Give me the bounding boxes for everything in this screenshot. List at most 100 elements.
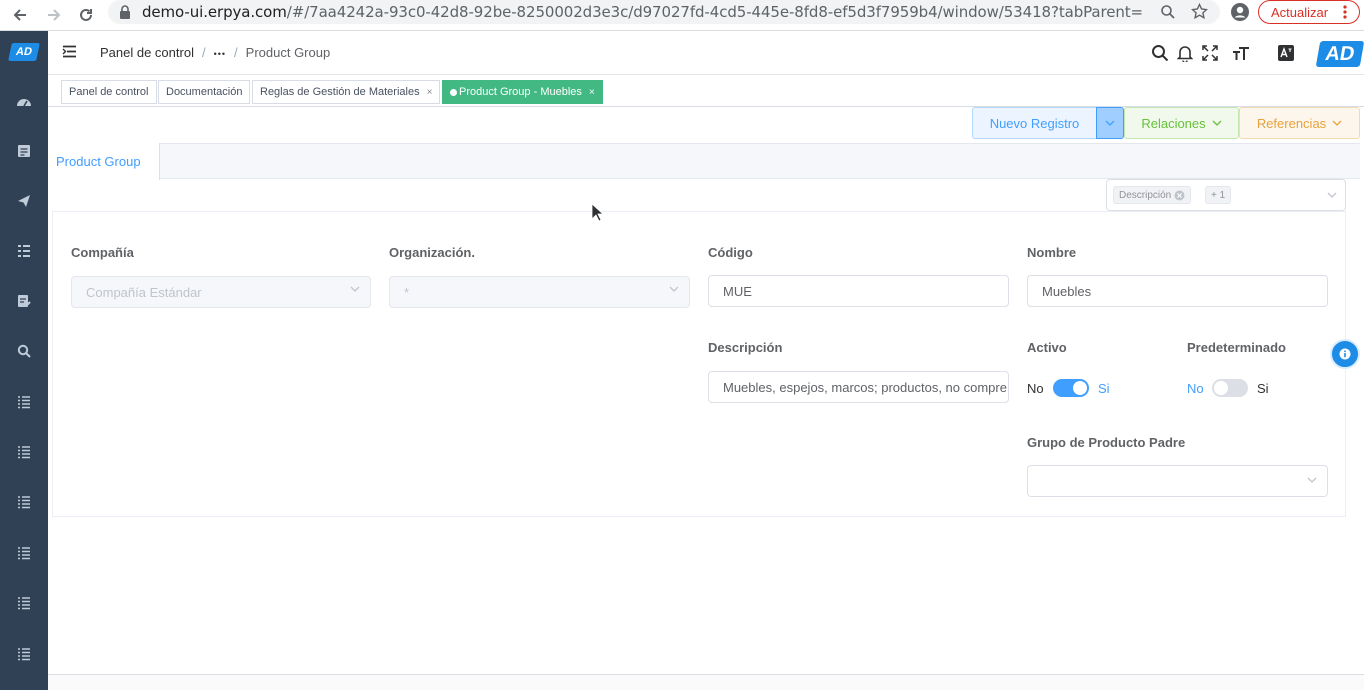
chevron-down-icon — [1307, 477, 1317, 483]
chevron-down-icon — [1105, 120, 1115, 126]
name-input[interactable]: Muebles — [1027, 275, 1328, 307]
tag-material-rules[interactable]: Reglas de Gestión de Materiales × — [252, 80, 441, 104]
tag-product-group-active[interactable]: Product Group - Muebles × — [442, 80, 603, 104]
search-icon[interactable] — [1150, 43, 1170, 63]
fullscreen-icon[interactable] — [1200, 43, 1220, 63]
list-icon[interactable] — [15, 443, 33, 461]
info-icon[interactable] — [1330, 339, 1360, 369]
footer-strip — [48, 674, 1364, 690]
tag-dashboard[interactable]: Panel de control — [61, 80, 157, 104]
active-off-label: No — [1027, 381, 1044, 396]
send-icon[interactable] — [15, 192, 33, 210]
breadcrumb-item-current: Product Group — [245, 45, 331, 60]
organization-label: Organización. — [389, 245, 475, 260]
zoom-icon[interactable] — [1160, 4, 1176, 20]
tag-label: Documentación — [166, 86, 243, 98]
active-on-label: Si — [1098, 381, 1110, 396]
update-label: Actualizar — [1271, 4, 1329, 20]
name-label: Nombre — [1027, 245, 1077, 260]
code-value: MUE — [723, 283, 752, 299]
bookmark-star-icon[interactable] — [1191, 3, 1208, 20]
tags-view: Panel de control Documentación Reglas de… — [48, 75, 1364, 107]
default-label: Predeterminado — [1187, 340, 1286, 355]
list-icon[interactable] — [15, 393, 33, 411]
chevron-down-icon — [1212, 120, 1222, 126]
organization-value: * — [404, 284, 410, 300]
list-icon[interactable] — [15, 594, 33, 612]
avatar[interactable]: AD — [1315, 41, 1364, 67]
breadcrumb-ellipsis[interactable]: ••• — [214, 49, 226, 59]
chevron-down-icon — [669, 286, 679, 292]
tag-label: Panel de control — [69, 86, 149, 98]
new-record-dropdown-button[interactable] — [1096, 107, 1124, 139]
document-icon[interactable] — [15, 142, 33, 160]
kebab-menu-icon — [1343, 5, 1347, 19]
back-arrow-icon[interactable] — [8, 3, 32, 27]
url-text: demo-ui.erpya.com/#/7aa4242a-93c0-42d8-9… — [142, 3, 1142, 21]
relations-label: Relaciones — [1141, 115, 1206, 131]
reload-icon[interactable] — [74, 3, 98, 27]
list-icon[interactable] — [15, 645, 33, 663]
switch-knob — [1073, 381, 1087, 395]
chip-more-count: + 1 — [1205, 186, 1232, 204]
profile-icon[interactable] — [1230, 2, 1250, 22]
tab-label: Product Group — [56, 154, 141, 169]
default-off-label: No — [1187, 381, 1204, 396]
code-input[interactable]: MUE — [708, 275, 1009, 307]
switch-knob — [1214, 381, 1228, 395]
company-select[interactable]: Compañía Estándar — [71, 276, 371, 308]
company-label: Compañía — [71, 245, 134, 260]
chevron-down-icon — [350, 286, 360, 292]
new-record-button[interactable]: Nuevo Registro — [972, 107, 1096, 139]
chip-label: Descripción — [1119, 189, 1172, 201]
logo[interactable]: AD — [8, 43, 40, 61]
tab-bar: Product Group — [48, 143, 1360, 180]
description-input[interactable]: Muebles, espejos, marcos; productos, no … — [708, 371, 1009, 403]
chip-description[interactable]: Descripción — [1113, 186, 1192, 204]
breadcrumb: Panel de control / ••• / Product Group — [100, 45, 331, 60]
relations-button[interactable]: Relaciones — [1124, 107, 1239, 139]
close-circle-icon[interactable] — [1174, 190, 1185, 201]
dashboard-icon[interactable] — [15, 92, 33, 110]
column-selector[interactable]: Descripción + 1 — [1106, 179, 1346, 211]
default-switch[interactable] — [1212, 379, 1248, 397]
organization-select[interactable]: * — [389, 276, 690, 308]
description-label: Descripción — [708, 340, 783, 355]
app-header: Panel de control / ••• / Product Group AD — [48, 31, 1364, 75]
chevron-down-icon[interactable] — [1327, 192, 1337, 198]
code-label: Código — [708, 245, 753, 260]
form-icon[interactable] — [15, 292, 33, 310]
search-icon[interactable] — [15, 342, 33, 360]
list-icon[interactable] — [15, 242, 33, 260]
text-size-icon[interactable] — [1231, 43, 1251, 63]
close-icon[interactable]: × — [589, 87, 595, 98]
active-switch[interactable] — [1053, 379, 1089, 397]
bell-icon[interactable] — [1175, 43, 1195, 63]
tag-label: Reglas de Gestión de Materiales — [260, 86, 420, 98]
list-icon[interactable] — [15, 493, 33, 511]
references-label: Referencias — [1256, 115, 1327, 131]
close-icon[interactable]: × — [427, 87, 433, 98]
menu-toggle-icon[interactable] — [62, 45, 77, 58]
parent-group-select[interactable] — [1027, 465, 1328, 497]
address-bar[interactable]: demo-ui.erpya.com/#/7aa4242a-93c0-42d8-9… — [108, 0, 1220, 24]
url-host: demo-ui.erpya.com — [142, 3, 287, 21]
url-path: /#/7aa4242a-93c0-42d8-92be-8250002d3e3c/… — [286, 3, 1142, 21]
sidebar: AD — [0, 31, 48, 690]
breadcrumb-item-dashboard[interactable]: Panel de control — [100, 45, 194, 60]
tag-documentation[interactable]: Documentación — [158, 80, 251, 104]
mouse-cursor-icon — [591, 203, 603, 222]
parent-group-label: Grupo de Producto Padre — [1027, 435, 1186, 450]
chip-label: + 1 — [1211, 189, 1226, 201]
update-button[interactable]: Actualizar — [1258, 0, 1360, 24]
translate-icon[interactable] — [1276, 43, 1296, 63]
list-icon[interactable] — [15, 544, 33, 562]
browser-toolbar: demo-ui.erpya.com/#/7aa4242a-93c0-42d8-9… — [0, 0, 1364, 31]
active-label: Activo — [1027, 340, 1067, 355]
forward-arrow-icon[interactable] — [42, 3, 66, 27]
chevron-down-icon — [1332, 120, 1342, 126]
lock-icon — [119, 5, 131, 19]
references-button[interactable]: Referencias — [1239, 107, 1360, 139]
active-dot-icon — [450, 88, 457, 96]
tab-product-group[interactable]: Product Group — [48, 143, 160, 180]
